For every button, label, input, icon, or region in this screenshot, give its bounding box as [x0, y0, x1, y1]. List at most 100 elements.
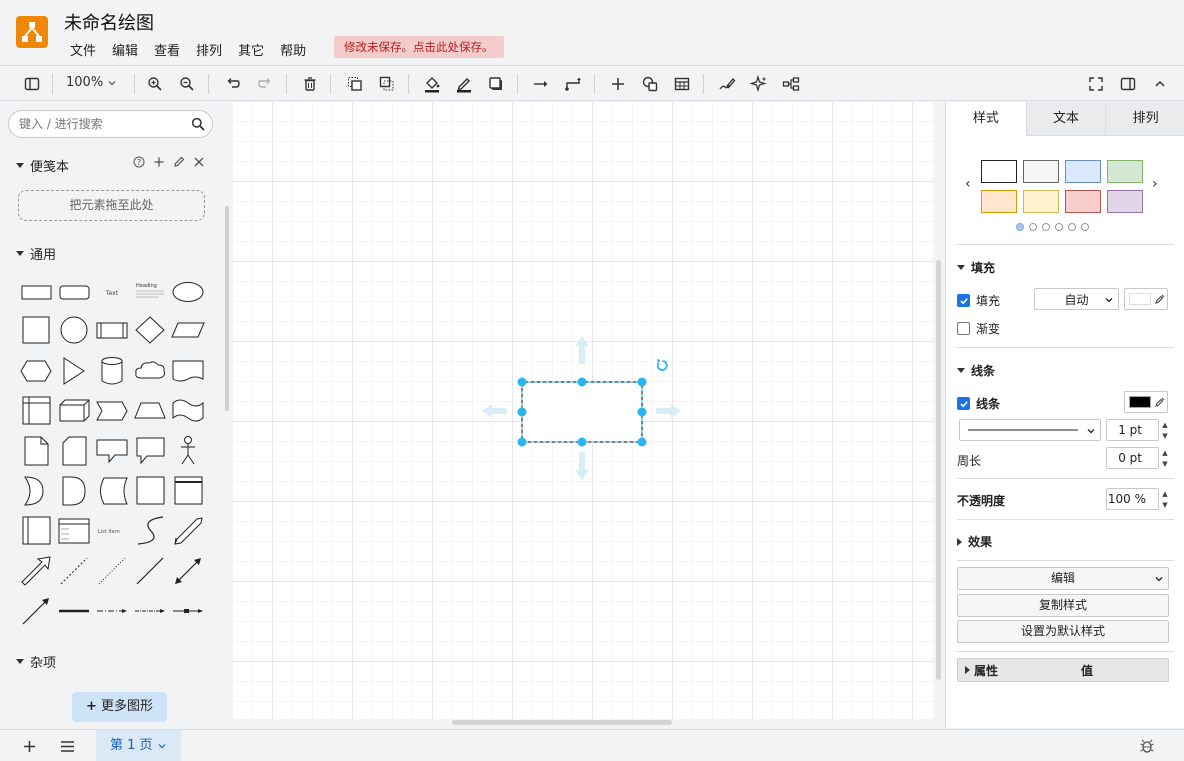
pagination-dot[interactable] — [1016, 223, 1024, 231]
swatch-style[interactable] — [1023, 190, 1059, 213]
line-color-icon[interactable] — [453, 73, 475, 95]
shape-container[interactable] — [131, 472, 169, 510]
help-icon[interactable]: ? — [133, 156, 145, 168]
shape-bidirectional-connector[interactable] — [169, 552, 207, 590]
edit-style-dropdown[interactable]: 编辑 — [957, 567, 1169, 590]
format-panel-icon[interactable] — [1117, 73, 1139, 95]
shape-rectangle[interactable] — [17, 273, 55, 311]
sidebar-scrollbar[interactable] — [225, 206, 229, 411]
shape-arrow[interactable] — [17, 552, 55, 590]
document-title[interactable]: 未命名绘图 — [64, 9, 154, 35]
perimeter-input[interactable]: 0 pt ▲ ▼ — [1106, 447, 1168, 469]
redo-icon[interactable] — [254, 73, 276, 95]
shape-line[interactable] — [131, 552, 169, 590]
shapes-icon[interactable] — [639, 73, 661, 95]
shape-tape[interactable] — [169, 392, 207, 430]
shape-connector-label[interactable] — [93, 592, 131, 630]
resize-handle-sw[interactable] — [517, 437, 527, 447]
resize-handle-se[interactable] — [637, 437, 647, 447]
shape-swimlane[interactable] — [169, 472, 207, 510]
menu-help[interactable]: 帮助 — [272, 38, 314, 61]
shape-document[interactable] — [169, 352, 207, 390]
selected-rectangle[interactable] — [521, 381, 643, 443]
pagination-dot[interactable] — [1081, 223, 1089, 231]
shape-cylinder[interactable] — [93, 352, 131, 390]
shape-parallelogram[interactable] — [169, 312, 207, 350]
shape-step[interactable] — [93, 392, 131, 430]
shape-cloud[interactable] — [131, 352, 169, 390]
shape-square[interactable] — [17, 312, 55, 350]
scratchpad-drop-zone[interactable]: 把元素拖至此处 — [18, 190, 205, 221]
shape-callout[interactable] — [93, 432, 131, 470]
fill-color-picker[interactable] — [1124, 288, 1168, 310]
resize-handle-w[interactable] — [517, 407, 527, 417]
shape-trapezoid[interactable] — [131, 392, 169, 430]
pagination-dot[interactable] — [1029, 223, 1037, 231]
shape-hexagon[interactable] — [17, 352, 55, 390]
clone-arrow-up-icon[interactable] — [575, 336, 589, 364]
shape-connector-two-labels[interactable] — [131, 592, 169, 630]
misc-header[interactable]: 杂项 — [16, 652, 56, 671]
search-box[interactable] — [8, 110, 213, 138]
line-color-picker[interactable] — [1124, 391, 1168, 413]
undo-icon[interactable] — [222, 73, 244, 95]
tab-text[interactable]: 文本 — [1025, 102, 1106, 136]
shape-dotted-line[interactable] — [93, 552, 131, 590]
tab-style[interactable]: 样式 — [946, 102, 1026, 136]
opacity-input[interactable]: 100 % ▲ ▼ — [1106, 488, 1168, 510]
line-section-header[interactable]: 线条 — [957, 362, 995, 379]
zoom-in-icon[interactable] — [144, 73, 166, 95]
layout-icon[interactable] — [780, 73, 802, 95]
effects-section-header[interactable]: 效果 — [957, 533, 992, 550]
unsaved-changes-button[interactable]: 修改未保存。点击此处保存。 — [334, 36, 504, 58]
zoom-out-icon[interactable] — [176, 73, 198, 95]
shape-ellipse[interactable] — [169, 273, 207, 311]
line-pattern-select[interactable] — [959, 419, 1101, 441]
swatch-style[interactable] — [1107, 190, 1143, 213]
line-checkbox[interactable] — [957, 397, 970, 410]
collapse-icon[interactable] — [1149, 73, 1171, 95]
close-icon[interactable] — [193, 156, 205, 168]
edit-pencil-icon[interactable] — [173, 156, 185, 168]
canvas-horizontal-scrollbar[interactable] — [452, 720, 672, 725]
shape-internal-storage[interactable] — [17, 392, 55, 430]
shape-textbox[interactable]: Heading — [131, 273, 169, 311]
table-icon[interactable] — [671, 73, 693, 95]
menu-edit[interactable]: 编辑 — [104, 38, 146, 61]
property-table-header[interactable]: 属性 值 — [957, 658, 1169, 682]
waypoints-icon[interactable] — [562, 73, 584, 95]
resize-handle-nw[interactable] — [517, 377, 527, 387]
search-icon[interactable] — [191, 117, 205, 131]
fill-color-icon[interactable] — [421, 73, 443, 95]
canvas-vertical-scrollbar[interactable] — [936, 260, 941, 680]
fill-section-header[interactable]: 填充 — [957, 259, 995, 276]
fullscreen-icon[interactable] — [1085, 73, 1107, 95]
pagination-dot[interactable] — [1068, 223, 1076, 231]
add-icon[interactable] — [153, 156, 165, 168]
scratchpad-header[interactable]: 便笺本 — [16, 156, 69, 175]
resize-handle-ne[interactable] — [637, 377, 647, 387]
shape-directional-connector[interactable] — [17, 592, 55, 630]
stepper-icon[interactable]: ▲ ▼ — [1160, 448, 1170, 470]
ai-sparkle-icon[interactable] — [748, 73, 770, 95]
shape-speech-bubble[interactable] — [131, 432, 169, 470]
swatch-next-icon[interactable]: › — [1152, 176, 1158, 192]
shape-card[interactable] — [55, 432, 93, 470]
shape-curve[interactable] — [131, 512, 169, 550]
pages-menu-icon[interactable] — [60, 740, 75, 753]
insert-icon[interactable] — [607, 73, 629, 95]
gradient-checkbox[interactable] — [957, 322, 970, 335]
shape-rounded-rectangle[interactable] — [55, 273, 93, 311]
shape-cube[interactable] — [55, 392, 93, 430]
rotate-handle-icon[interactable] — [656, 359, 668, 371]
more-shapes-button[interactable]: + 更多图形 — [72, 692, 167, 722]
swatch-style[interactable] — [1065, 160, 1101, 183]
clone-arrow-left-icon[interactable] — [482, 404, 507, 418]
delete-icon[interactable] — [299, 73, 321, 95]
line-width-input[interactable]: 1 pt ▲ ▼ — [1106, 419, 1168, 441]
tab-arrange[interactable]: 排列 — [1105, 102, 1184, 136]
search-input[interactable] — [19, 116, 179, 132]
shape-link[interactable] — [55, 592, 93, 630]
shape-process[interactable] — [93, 312, 131, 350]
fill-mode-select[interactable]: 自动 — [1034, 288, 1119, 310]
